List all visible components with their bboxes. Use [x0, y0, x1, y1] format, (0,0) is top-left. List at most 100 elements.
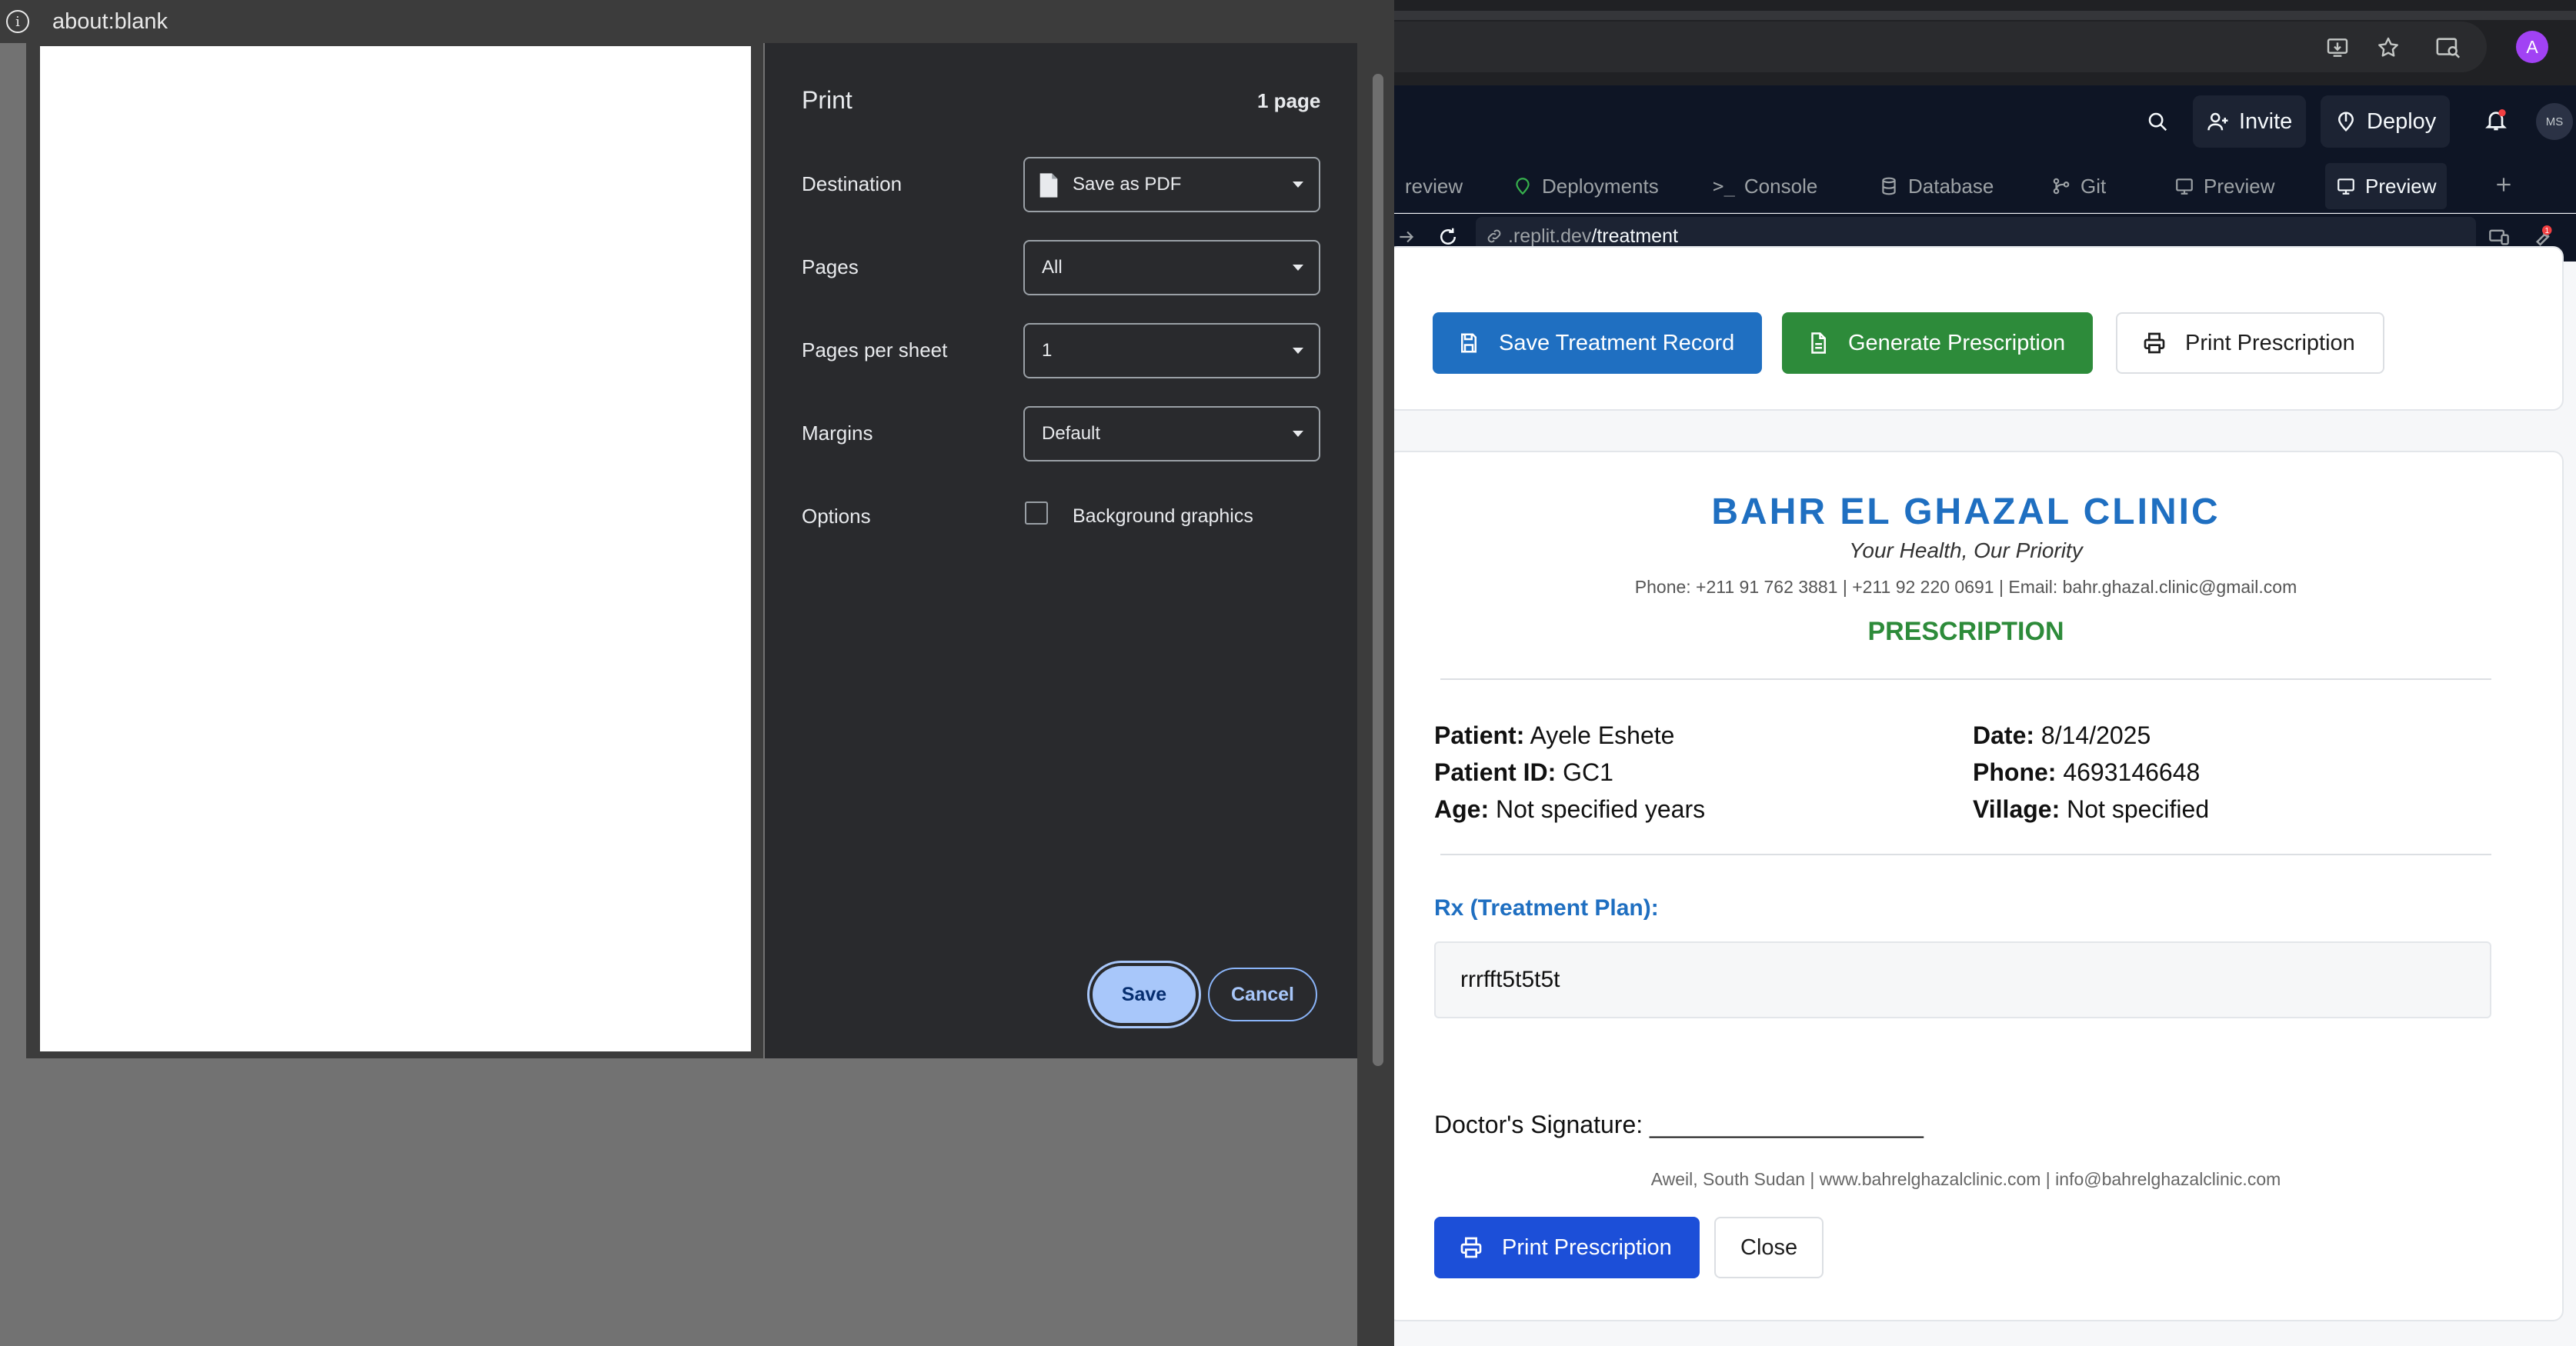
rx-text: rrrfft5t5t5t	[1460, 967, 1560, 992]
village-row: Village: Not specified	[1973, 795, 2209, 824]
doctor-signature: Doctor's Signature: ____________________	[1434, 1111, 1924, 1138]
console-icon: >_	[1713, 175, 1735, 197]
field-label: Date:	[1973, 721, 2035, 749]
select-value: Default	[1042, 423, 1101, 444]
tab-database[interactable]: Database	[1868, 163, 2004, 209]
scrollbar-thumb[interactable]	[1373, 74, 1383, 1066]
print-prescription-top-button[interactable]: Print Prescription	[2116, 312, 2384, 374]
select-value: Save as PDF	[1073, 174, 1182, 195]
info-icon[interactable]: i	[6, 10, 29, 33]
preview-icon	[2174, 176, 2194, 196]
dropdown-caret-icon	[1293, 348, 1303, 354]
button-label: Print Prescription	[1502, 1234, 1672, 1260]
deploy-icon	[2334, 110, 2357, 133]
notification-bell-icon[interactable]	[2479, 103, 2513, 137]
tab-label: review	[1405, 174, 1463, 198]
cancel-button[interactable]: Cancel	[1208, 968, 1317, 1021]
clinic-contact: Phone: +211 91 762 3881 | +211 92 220 06…	[1634, 577, 2297, 597]
field-value: 4693146648	[2063, 758, 2201, 786]
printer-icon	[2142, 331, 2167, 355]
save-treatment-record-button[interactable]: Save Treatment Record	[1433, 312, 1763, 374]
patient-name-row: Patient: Ayele Eshete	[1434, 721, 1674, 750]
print-prescription-button[interactable]: Print Prescription	[1434, 1217, 1700, 1278]
tab-label: Console	[1743, 174, 1818, 198]
divider	[1440, 854, 2491, 855]
patient-age-row: Age: Not specified years	[1434, 795, 1705, 824]
options-label: Options	[802, 505, 871, 528]
dropdown-caret-icon	[1293, 265, 1303, 271]
search-icon[interactable]	[2141, 105, 2174, 138]
destination-select[interactable]: Save as PDF	[1023, 157, 1320, 212]
page-count: 1 page	[1257, 89, 1321, 112]
divider	[1440, 678, 2491, 680]
install-app-icon[interactable]	[2321, 31, 2354, 65]
scrollbar[interactable]	[1357, 43, 1394, 1346]
margins-select[interactable]: Default	[1023, 406, 1320, 461]
tab-label: Git	[2080, 174, 2107, 198]
popup-url: about:blank	[52, 8, 168, 34]
prescription-heading: PRESCRIPTION	[1867, 617, 2064, 646]
patient-id-row: Patient ID: GC1	[1434, 758, 1613, 787]
destination-label: Destination	[802, 172, 903, 195]
print-preview-page	[40, 46, 751, 1051]
git-icon	[2051, 176, 2071, 196]
field-value: GC1	[1563, 758, 1613, 786]
generate-prescription-button[interactable]: Generate Prescription	[1782, 312, 2094, 374]
tab-label: Deployments	[1542, 174, 1659, 198]
date-row: Date: 8/14/2025	[1973, 721, 2151, 750]
print-dialog-window: i about:blank Print 1 page Destination S…	[0, 0, 1394, 1346]
margins-label: Margins	[802, 421, 873, 445]
tab-console[interactable]: >_ Console	[1702, 163, 1828, 209]
tab-preview-2[interactable]: Preview	[2325, 163, 2448, 209]
field-value: Not specified	[2067, 795, 2210, 823]
tab-git[interactable]: Git	[2040, 163, 2117, 209]
save-button[interactable]: Save	[1093, 966, 1196, 1023]
pages-select[interactable]: All	[1023, 240, 1320, 295]
deploy-label: Deploy	[2367, 108, 2437, 134]
button-label: Print Prescription	[2185, 330, 2355, 355]
print-settings-panel: Print 1 page Destination Save as PDF Pag…	[765, 43, 1357, 1058]
bookmark-star-icon[interactable]	[2371, 31, 2405, 65]
tab-review[interactable]: review	[1394, 163, 1473, 209]
background-graphics-label: Background graphics	[1073, 505, 1253, 527]
tab-preview-1[interactable]: Preview	[2164, 163, 2285, 209]
save-icon	[1457, 332, 1480, 355]
invite-button[interactable]: Invite	[2193, 95, 2307, 148]
field-value: 8/14/2025	[2040, 721, 2151, 749]
button-label: Close	[1740, 1234, 1798, 1260]
rx-text-box: rrrfft5t5t5t	[1434, 941, 2491, 1018]
dropdown-caret-icon	[1293, 431, 1303, 437]
pages-per-sheet-select[interactable]: 1	[1023, 323, 1320, 378]
phone-row: Phone: 4693146648	[1973, 758, 2200, 787]
background-graphics-checkbox[interactable]	[1025, 501, 1048, 525]
pages-per-sheet-label: Pages per sheet	[802, 338, 948, 361]
pages-label: Pages	[802, 255, 859, 278]
popup-title-bar: i about:blank	[0, 0, 1394, 43]
tab-label: Preview	[2365, 174, 2437, 198]
deploy-button[interactable]: Deploy	[2321, 95, 2451, 148]
tab-deployments[interactable]: Deployments	[1502, 163, 1670, 209]
rx-label: Rx (Treatment Plan):	[1434, 895, 1659, 921]
tab-label: Database	[1908, 174, 1994, 198]
select-value: 1	[1042, 340, 1053, 361]
deployments-icon	[1513, 176, 1533, 196]
field-label: Patient:	[1434, 721, 1525, 749]
tab-search-icon[interactable]	[2431, 31, 2465, 65]
document-icon	[1807, 332, 1830, 355]
field-label: Village:	[1973, 795, 2060, 823]
url-path: /treatment	[1591, 225, 1678, 247]
tab-label: Preview	[2204, 174, 2275, 198]
add-user-icon	[2207, 110, 2230, 133]
field-label: Phone:	[1973, 758, 2057, 786]
field-value: Not specified years	[1496, 795, 1706, 823]
new-tab-plus-icon[interactable]	[2487, 168, 2521, 202]
select-value: All	[1042, 257, 1063, 278]
url-prefix: .replit.dev	[1508, 225, 1592, 247]
database-icon	[1879, 176, 1899, 196]
pdf-file-icon	[1037, 172, 1060, 198]
preview-page: Save Treatment Record Generate Prescript…	[1394, 246, 2576, 1346]
prescription-footer: Aweil, South Sudan | www.bahrelghazalcli…	[1650, 1169, 2281, 1189]
close-button[interactable]: Close	[1714, 1217, 1824, 1278]
profile-avatar[interactable]: A	[2516, 31, 2548, 63]
user-avatar[interactable]: MS	[2536, 103, 2573, 140]
